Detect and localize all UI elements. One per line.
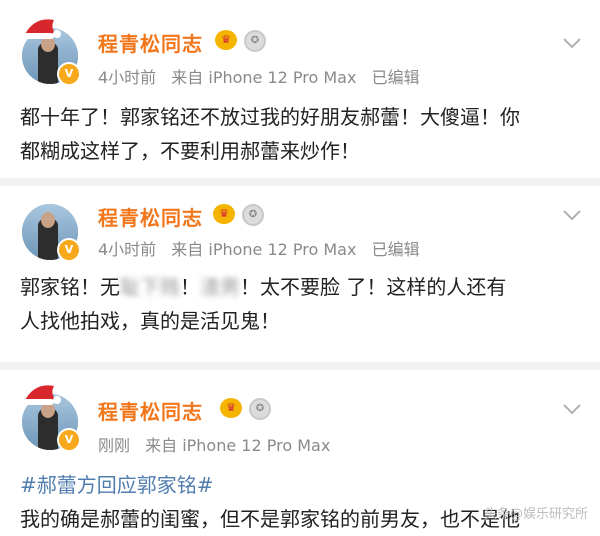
post-source: 来自 iPhone 12 Pro Max [171, 240, 357, 259]
avatar[interactable]: V [22, 385, 81, 452]
post-time: 4小时前 [98, 240, 157, 259]
avatar[interactable]: V [22, 19, 81, 86]
post-time: 4小时前 [98, 68, 157, 87]
chevron-down-icon[interactable] [562, 36, 582, 50]
post-text: #郝蕾方回应郭家铭# 我的确是郝蕾的闺蜜，但不是郭家铭的前男友，也不是他 [20, 468, 590, 536]
medal-icon: ✪ [242, 204, 264, 226]
crown-icon: ♛ [213, 204, 235, 224]
verified-badge-icon: V [57, 238, 81, 262]
post-separator [0, 362, 600, 370]
watermark: 头条@娱乐研究所 [483, 507, 588, 522]
post-text-line-2: 人找他拍戏，真的是活见鬼！ [20, 309, 280, 333]
text-segment: ！太不要脸 了！这样的人还有 [240, 275, 507, 299]
post-text-line-2: 都糊成这样了，不要利用郝蕾来炒作！ [20, 139, 360, 163]
topic-hashtag-link[interactable]: #郝蕾方回应郭家铭# [20, 468, 590, 502]
santa-hat-icon [22, 385, 61, 405]
post-2: V 程青松同志 ♛ ✪ 4小时前 来自 iPhone 12 Pro Max 已编… [0, 186, 600, 362]
author-name[interactable]: 程青松同志 [98, 396, 203, 425]
verified-badge-icon: V [57, 62, 81, 86]
santa-hat-icon [22, 19, 61, 39]
edited-label[interactable]: 已编辑 [372, 68, 420, 87]
post-text-line-1: 郭家铭！无耻下贱！渣男！太不要脸 了！这样的人还有 [20, 270, 590, 304]
author-name[interactable]: 程青松同志 [98, 202, 203, 231]
post-text: 都十年了！郭家铭还不放过我的好朋友郝蕾！大傻逼！你 都糊成这样了，不要利用郝蕾来… [20, 100, 590, 168]
chevron-down-icon[interactable] [562, 208, 582, 222]
post-meta: 4小时前 来自 iPhone 12 Pro Max 已编辑 [98, 64, 430, 88]
chevron-down-icon[interactable] [562, 402, 582, 416]
post-meta: 刚刚 来自 iPhone 12 Pro Max [98, 432, 340, 456]
avatar[interactable]: V [22, 204, 81, 262]
medal-icon: ✪ [249, 398, 271, 420]
post-text-line-1: 都十年了！郭家铭还不放过我的好朋友郝蕾！大傻逼！你 [20, 105, 520, 129]
post-separator [0, 178, 600, 186]
blurred-text: 耻下贱 [120, 275, 180, 299]
post-source: 来自 iPhone 12 Pro Max [145, 436, 331, 455]
medal-icon: ✪ [244, 30, 266, 52]
post-1: V 程青松同志 ♛ ✪ 4小时前 来自 iPhone 12 Pro Max 已编… [0, 0, 600, 178]
verified-badge-icon: V [57, 428, 81, 452]
post-time: 刚刚 [98, 436, 131, 455]
author-name[interactable]: 程青松同志 [98, 28, 203, 57]
post-meta: 4小时前 来自 iPhone 12 Pro Max 已编辑 [98, 236, 430, 260]
crown-icon: ♛ [215, 30, 237, 50]
crown-icon: ♛ [220, 398, 242, 418]
edited-label[interactable]: 已编辑 [372, 240, 420, 259]
post-text: 郭家铭！无耻下贱！渣男！太不要脸 了！这样的人还有 人找他拍戏，真的是活见鬼！ [20, 270, 590, 338]
post-3: V 程青松同志 ♛ ✪ 刚刚 来自 iPhone 12 Pro Max #郝蕾方… [0, 370, 600, 531]
text-segment: 郭家铭！无 [20, 275, 120, 299]
blurred-text: 渣男 [200, 275, 240, 299]
post-source: 来自 iPhone 12 Pro Max [171, 68, 357, 87]
text-segment: ！ [180, 275, 200, 299]
